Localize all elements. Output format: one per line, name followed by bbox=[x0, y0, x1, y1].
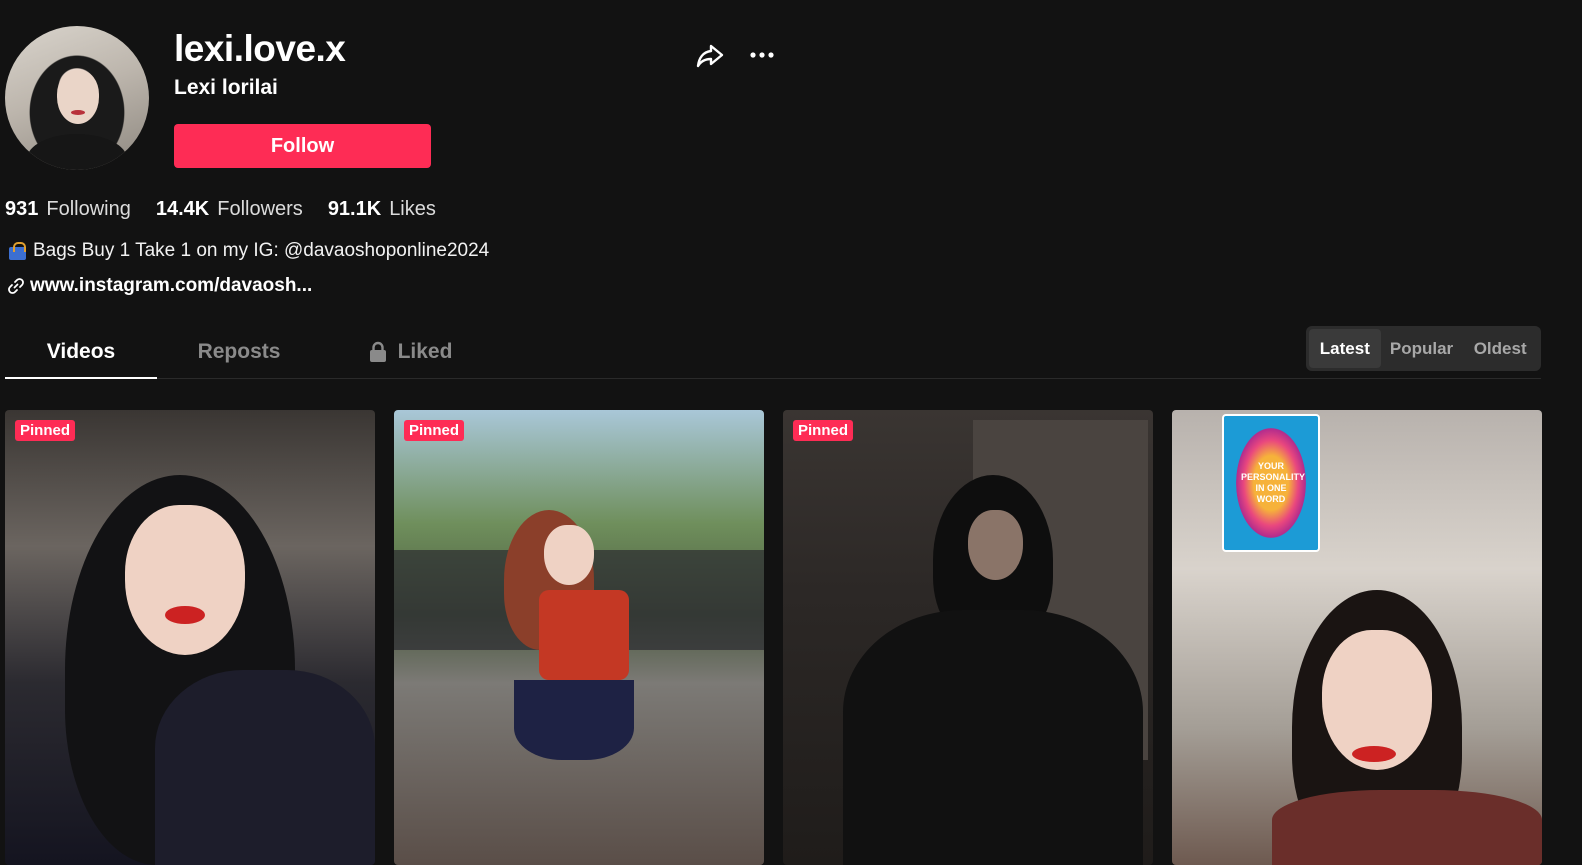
following-count: 931 bbox=[5, 198, 39, 220]
tab-videos[interactable]: Videos bbox=[5, 326, 157, 379]
avatar-lips bbox=[71, 110, 85, 115]
video-thumbnail bbox=[394, 410, 764, 865]
link-icon bbox=[8, 278, 24, 294]
stat-likes: 91.1K Likes bbox=[328, 198, 436, 221]
username: lexi.love.x bbox=[174, 28, 346, 69]
sort-popular-button[interactable]: Popular bbox=[1381, 329, 1463, 368]
avatar-shirt bbox=[27, 134, 127, 170]
video-thumbnail bbox=[5, 410, 375, 865]
video-card[interactable]: Pinned bbox=[783, 410, 1153, 865]
video-thumbnail bbox=[783, 410, 1153, 865]
following-label: Following bbox=[46, 198, 131, 220]
avatar-face bbox=[57, 70, 99, 124]
tab-liked-label: Liked bbox=[397, 340, 453, 363]
likes-count: 91.1K bbox=[327, 198, 382, 220]
share-icon[interactable] bbox=[695, 40, 725, 70]
video-card[interactable]: Pinned bbox=[5, 410, 375, 865]
sort-toggle: Latest Popular Oldest bbox=[1306, 326, 1541, 371]
likes-label: Likes bbox=[389, 198, 436, 220]
pinned-badge: Pinned bbox=[793, 420, 854, 441]
bio: Bags Buy 1 Take 1 on my IG: @davaoshopon… bbox=[7, 240, 489, 262]
video-card[interactable]: Pinned bbox=[394, 410, 764, 865]
bio-text: Bags Buy 1 Take 1 on my IG: @davaoshopon… bbox=[33, 240, 490, 261]
nickname: Lexi lorilai bbox=[174, 76, 278, 99]
bio-link-text: www.instagram.com/davaosh... bbox=[30, 275, 313, 296]
avatar[interactable] bbox=[5, 26, 149, 170]
follow-button[interactable]: Follow bbox=[174, 124, 431, 168]
bio-link[interactable]: www.instagram.com/davaosh... bbox=[7, 275, 312, 297]
pinned-badge: Pinned bbox=[15, 420, 76, 441]
sort-latest-button[interactable]: Latest bbox=[1309, 329, 1381, 368]
more-options-icon[interactable] bbox=[748, 42, 778, 68]
stat-following[interactable]: 931 Following bbox=[5, 198, 131, 221]
stat-followers[interactable]: 14.4K Followers bbox=[156, 198, 303, 221]
followers-label: Followers bbox=[217, 198, 303, 220]
sort-oldest-button[interactable]: Oldest bbox=[1462, 329, 1538, 368]
profile-stats: 931 Following 14.4K Followers 91.1K Likes bbox=[5, 198, 436, 221]
sticker-text: YOUR PERSONALITY IN ONE WORD bbox=[1241, 461, 1306, 504]
video-card[interactable]: YOUR PERSONALITY IN ONE WORD bbox=[1172, 410, 1542, 865]
tab-reposts[interactable]: Reposts bbox=[165, 326, 313, 378]
video-grid: Pinned Pinned Pinned YOUR PERSONALITY IN… bbox=[5, 410, 1542, 865]
lock-icon bbox=[369, 341, 386, 362]
personality-sticker: YOUR PERSONALITY IN ONE WORD bbox=[1222, 414, 1320, 552]
shopping-bag-icon bbox=[7, 241, 29, 261]
pinned-badge: Pinned bbox=[404, 420, 465, 441]
tab-liked[interactable]: Liked bbox=[357, 326, 463, 378]
followers-count: 14.4K bbox=[155, 198, 210, 220]
